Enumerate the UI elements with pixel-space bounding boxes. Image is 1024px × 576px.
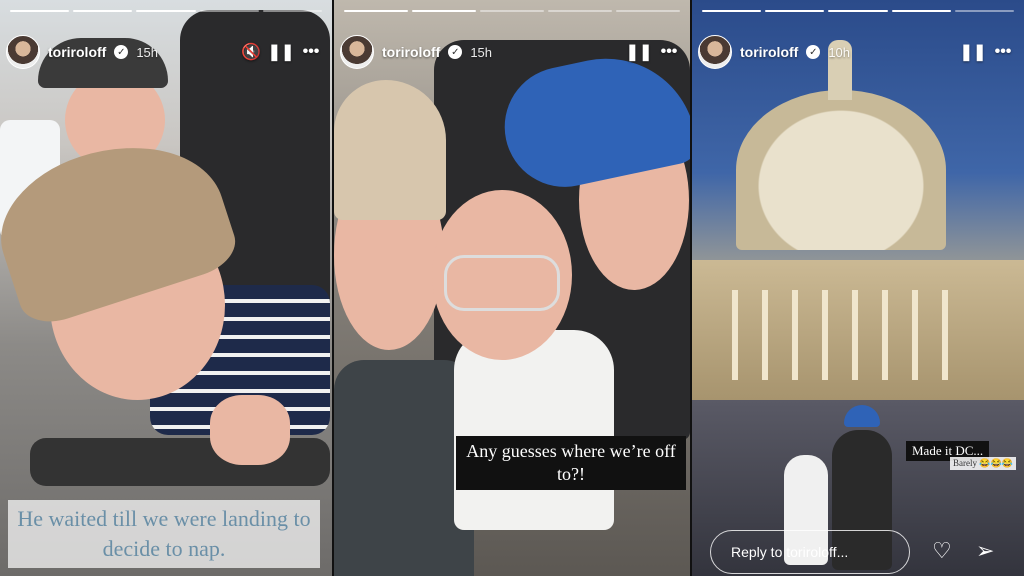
more-options-icon[interactable]: ••• xyxy=(992,41,1014,63)
more-options-icon[interactable]: ••• xyxy=(300,41,322,63)
verified-badge-icon: ✓ xyxy=(114,45,129,59)
username-label[interactable]: toriroloff xyxy=(382,44,440,60)
story-header: toriroloff ✓ 15h 🔇 ❚❚ ••• xyxy=(6,34,322,70)
story-subcaption: Barely 😂😂😂 xyxy=(950,457,1016,470)
story-caption: Any guesses where we’re off to?! xyxy=(456,436,686,490)
reply-input[interactable]: Reply to toriroloff... xyxy=(710,530,910,574)
woman-cap xyxy=(334,80,446,220)
username-label[interactable]: toriroloff xyxy=(740,44,798,60)
profile-avatar[interactable] xyxy=(698,35,732,69)
story-progress-bar xyxy=(344,10,680,12)
story-header: toriroloff ✓ 10h ❚❚ ••• xyxy=(698,34,1014,70)
username-label[interactable]: toriroloff xyxy=(48,44,106,60)
muted-speaker-icon[interactable]: 🔇 xyxy=(240,41,262,63)
time-ago-label: 10h xyxy=(828,44,851,60)
more-options-icon[interactable]: ••• xyxy=(658,41,680,63)
girl-tank-top xyxy=(454,330,614,530)
story-panel-2[interactable]: toriroloff ✓ 15h ❚❚ ••• Any guesses wher… xyxy=(334,0,690,576)
verified-badge-icon: ✓ xyxy=(806,45,821,59)
pause-icon[interactable]: ❚❚ xyxy=(626,41,653,63)
capitol-dome xyxy=(736,90,946,250)
heart-icon[interactable]: ♡ xyxy=(932,538,952,564)
woman-shirt xyxy=(334,360,474,576)
send-icon[interactable]: ➢ xyxy=(976,538,994,564)
story-panel-1[interactable]: toriroloff ✓ 15h 🔇 ❚❚ ••• He waited till… xyxy=(0,0,332,576)
story-progress-bar xyxy=(10,10,323,12)
profile-avatar[interactable] xyxy=(6,35,40,69)
time-ago-label: 15h xyxy=(136,44,159,60)
story-panel-3[interactable]: toriroloff ✓ 10h ❚❚ ••• Made it DC... Ba… xyxy=(692,0,1024,576)
stories-strip: toriroloff ✓ 15h 🔇 ❚❚ ••• He waited till… xyxy=(0,0,1024,576)
profile-avatar[interactable] xyxy=(340,35,374,69)
glasses xyxy=(444,255,560,311)
pause-icon[interactable]: ❚❚ xyxy=(268,41,295,63)
toddler-hand xyxy=(210,395,290,465)
story-header: toriroloff ✓ 15h ❚❚ ••• xyxy=(340,34,680,70)
pause-icon[interactable]: ❚❚ xyxy=(960,41,987,63)
verified-badge-icon: ✓ xyxy=(448,45,463,59)
story-caption: He waited till we were landing to decide… xyxy=(8,500,320,568)
story-progress-bar xyxy=(702,10,1015,12)
capitol-building xyxy=(692,260,1024,400)
time-ago-label: 15h xyxy=(470,44,493,60)
